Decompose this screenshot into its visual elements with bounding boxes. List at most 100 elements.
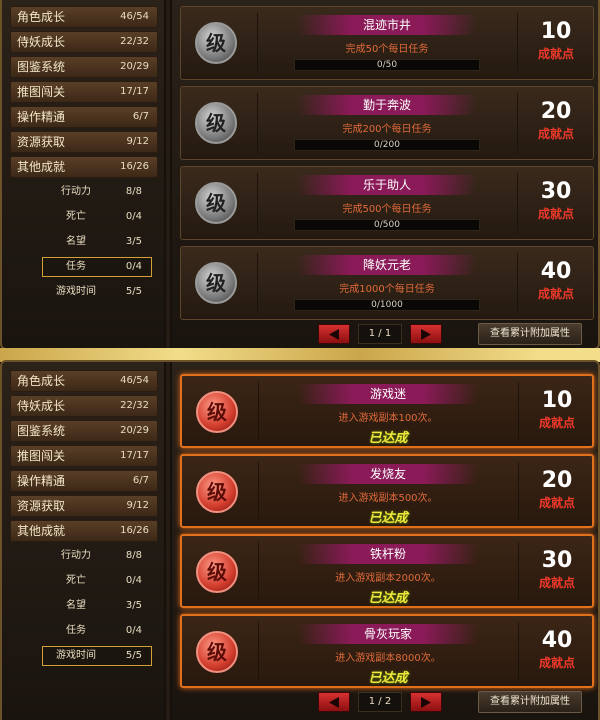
level-emblem-icon: 级	[195, 102, 237, 144]
category-label: 图鉴系统	[17, 60, 66, 74]
sidebar-subcategory-selected[interactable]: 任务 0/4	[10, 256, 158, 278]
card-separator	[518, 622, 519, 680]
view-bonus-attributes-button[interactable]: 查看累计附加属性	[478, 323, 582, 345]
sidebar-subcategory[interactable]: 名望 3/5	[10, 231, 158, 253]
achievement-description: 进入游戏副本100次。	[338, 413, 438, 424]
card-separator	[257, 173, 258, 233]
progress-bar: 0/500	[294, 219, 480, 231]
card-content: 降妖元老 完成1000个每日任务 0/1000	[259, 247, 515, 319]
sidebar-subcategory-selected[interactable]: 游戏时间 5/5	[10, 645, 158, 667]
achievement-description: 完成1000个每日任务	[339, 284, 435, 295]
view-bonus-attributes-button[interactable]: 查看累计附加属性	[478, 691, 582, 713]
sidebar-category[interactable]: 角色成长 46/54	[10, 6, 158, 28]
sidebar-category[interactable]: 资源获取 9/12	[10, 495, 158, 517]
sidebar-subcategory[interactable]: 死亡 0/4	[10, 206, 158, 228]
points-label: 成就点	[537, 287, 574, 301]
points-value: 10	[540, 19, 572, 44]
achievement-panel-top: 角色成长 46/54 侍妖成长 22/32 图鉴系统 20/29 推图闯关 17/17 操作精通…	[0, 0, 600, 350]
achievement-description: 完成50个每日任务	[345, 44, 429, 55]
achievement-description: 进入游戏副本8000次。	[335, 653, 441, 664]
sidebar-category[interactable]: 侍妖成长 22/32	[10, 31, 158, 53]
next-page-button[interactable]	[410, 324, 442, 344]
card-content: 骨灰玩家 进入游戏副本8000次。 已达成	[260, 616, 516, 686]
card-content: 发烧友 进入游戏副本500次。 已达成	[260, 456, 516, 526]
subcategory-count: 3/5	[125, 600, 142, 611]
next-page-button[interactable]	[410, 692, 442, 712]
sidebar-category[interactable]: 操作精通 6/7	[10, 106, 158, 128]
sidebar-subcategory[interactable]: 行动力 8/8	[10, 181, 158, 203]
achievement-title: 降妖元老	[297, 255, 477, 275]
sidebar-divider	[164, 362, 172, 720]
category-count: 20/29	[120, 425, 149, 436]
achievement-card: 级 混迹市井 完成50个每日任务 0/50 10 成就点	[180, 6, 594, 80]
points-value: 10	[541, 388, 573, 413]
achievement-points: 40 成就点	[519, 259, 593, 302]
sidebar-subcategory[interactable]: 任务 0/4	[10, 620, 158, 642]
level-emblem-icon: 级	[196, 551, 238, 593]
category-label: 资源获取	[17, 135, 66, 149]
sidebar-category[interactable]: 侍妖成长 22/32	[10, 395, 158, 417]
sidebar-category[interactable]: 操作精通 6/7	[10, 470, 158, 492]
points-label: 成就点	[537, 127, 574, 141]
sidebar-subcategory[interactable]: 行动力 8/8	[10, 545, 158, 567]
sidebar-category[interactable]: 资源获取 9/12	[10, 131, 158, 153]
sidebar-subcategory[interactable]: 死亡 0/4	[10, 570, 158, 592]
category-count: 9/12	[126, 136, 149, 147]
card-separator	[517, 93, 518, 153]
sidebar-divider	[164, 0, 172, 348]
sidebar-category[interactable]: 图鉴系统 20/29	[10, 56, 158, 78]
sidebar-category[interactable]: 角色成长 46/54	[10, 370, 158, 392]
sidebar-subcategory[interactable]: 游戏时间 5/5	[10, 281, 158, 303]
card-separator	[258, 542, 259, 600]
card-separator	[258, 622, 259, 680]
prev-page-button[interactable]	[318, 324, 350, 344]
card-separator	[257, 93, 258, 153]
sidebar-category[interactable]: 推图闯关 17/17	[10, 445, 158, 467]
sidebar-category[interactable]: 其他成就 16/26	[10, 520, 158, 542]
achievement-description: 进入游戏副本2000次。	[335, 573, 441, 584]
category-label: 操作精通	[17, 110, 66, 124]
achievement-card: 级 降妖元老 完成1000个每日任务 0/1000 40 成就点	[180, 246, 594, 320]
subcategory-count: 5/5	[125, 286, 142, 297]
card-content: 铁杆粉 进入游戏副本2000次。 已达成	[260, 536, 516, 606]
card-separator	[518, 382, 519, 440]
subcategory-label: 任务	[66, 261, 86, 272]
category-label: 推图闯关	[17, 449, 66, 463]
category-count: 22/32	[120, 400, 149, 411]
sidebar-category[interactable]: 推图闯关 17/17	[10, 81, 158, 103]
subcategory-label: 游戏时间	[56, 650, 96, 661]
card-separator	[257, 13, 258, 73]
category-sidebar: 角色成长 46/54 侍妖成长 22/32 图鉴系统 20/29 推图闯关 17/17 操作精通…	[10, 370, 158, 670]
achievement-title: 游戏迷	[298, 384, 478, 404]
achievement-card: 级游戏迷 进入游戏副本100次。 已达成 10 成就点	[180, 374, 594, 448]
achievement-points: 20 成就点	[520, 468, 594, 511]
arrow-right-icon	[421, 697, 431, 708]
points-value: 40	[541, 628, 573, 653]
points-label: 成就点	[537, 207, 574, 221]
subcategory-label: 游戏时间	[56, 286, 96, 297]
achievement-points: 40 成就点	[520, 628, 594, 671]
achievement-card: 级 乐于助人 完成500个每日任务 0/500 30 成就点	[180, 166, 594, 240]
sidebar-subcategory[interactable]: 名望 3/5	[10, 595, 158, 617]
category-count: 6/7	[132, 111, 149, 122]
sidebar-category[interactable]: 其他成就 16/26	[10, 156, 158, 178]
category-label: 推图闯关	[17, 85, 66, 99]
points-value: 30	[541, 548, 573, 573]
achievement-description: 进入游戏副本500次。	[338, 493, 438, 504]
subcategory-label: 名望	[66, 600, 86, 611]
sidebar-category[interactable]: 图鉴系统 20/29	[10, 420, 158, 442]
level-emblem-icon: 级	[196, 631, 238, 673]
category-count: 9/12	[126, 500, 149, 511]
achievement-title: 乐于助人	[297, 175, 477, 195]
subcategory-count: 0/4	[125, 625, 142, 636]
prev-page-button[interactable]	[318, 692, 350, 712]
subcategory-count: 5/5	[125, 650, 142, 661]
points-value: 40	[540, 259, 572, 284]
category-label: 资源获取	[17, 499, 66, 513]
category-label: 角色成长	[17, 374, 66, 388]
subcategory-count: 8/8	[125, 186, 142, 197]
achievement-card: 级铁杆粉 进入游戏副本2000次。 已达成 30 成就点	[180, 534, 594, 608]
category-sidebar: 角色成长 46/54 侍妖成长 22/32 图鉴系统 20/29 推图闯关 17/17 操作精通…	[10, 6, 158, 306]
achievement-card: 级骨灰玩家 进入游戏副本8000次。 已达成 40 成就点	[180, 614, 594, 688]
page-indicator: 1 / 2	[358, 692, 402, 712]
